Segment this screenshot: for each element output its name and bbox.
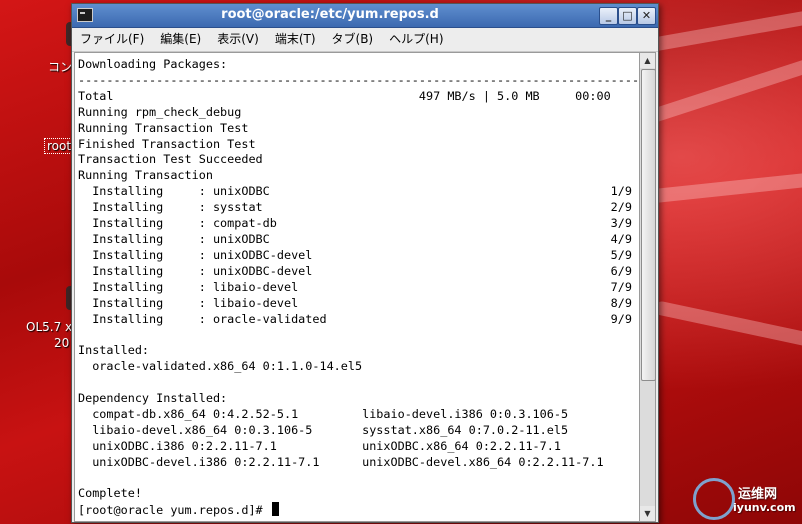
terminal-line: unixODBC.i386 0:2.2.11-7.1 unixODBC.x86_… — [78, 438, 561, 453]
terminal-line: Installing : unixODBC-devel 6/9 — [78, 263, 632, 278]
terminal-line: Installing : sysstat 2/9 — [78, 200, 632, 215]
maximize-button[interactable]: □ — [618, 7, 637, 25]
terminal-line: Complete! — [78, 486, 142, 501]
scrollbar-thumb[interactable] — [641, 69, 656, 381]
terminal-line: Installing : unixODBC-devel 5/9 — [78, 247, 632, 262]
terminal-line: Installing : unixODBC 1/9 — [78, 184, 632, 199]
terminal-text: Downloading Packages: -------------------… — [75, 53, 640, 502]
terminal-line: Dependency Installed: — [78, 391, 228, 406]
terminal-line: libaio-devel.x86_64 0:0.3.106-5 sysstat.… — [78, 422, 569, 437]
desktop-icon-label[interactable]: 20 — [54, 336, 69, 350]
terminal-line: Installing : unixODBC 4/9 — [78, 231, 632, 246]
menu-tabs[interactable]: タブ(B) — [324, 28, 382, 51]
terminal-line: Transaction Test Succeeded — [78, 152, 263, 167]
wallpaper-streak — [644, 169, 802, 204]
terminal-window[interactable]: root@oracle:/etc/yum.repos.d _ □ ✕ ファイル(… — [71, 3, 659, 523]
desktop-icon-label[interactable]: root — [44, 138, 75, 154]
window-title: root@oracle:/etc/yum.repos.d — [221, 7, 439, 22]
wallpaper-streak — [653, 300, 802, 352]
terminal-output[interactable]: Downloading Packages: -------------------… — [74, 52, 641, 522]
menu-edit[interactable]: 編集(E) — [152, 28, 209, 51]
terminal-line: Finished Transaction Test — [78, 136, 256, 151]
menu-help[interactable]: ヘルプ(H) — [381, 28, 451, 51]
terminal-line: Running Transaction — [78, 168, 213, 183]
watermark-subtext: iyunv.com — [733, 501, 796, 514]
shell-prompt: [root@oracle yum.repos.d]# — [78, 503, 270, 518]
scroll-down-arrow-icon[interactable]: ▼ — [640, 506, 655, 521]
terminal-line: Running Transaction Test — [78, 120, 249, 135]
watermark-logo-icon — [693, 478, 735, 520]
terminal-line: unixODBC-devel.i386 0:2.2.11-7.1 unixODB… — [78, 454, 604, 469]
terminal-line: Installing : libaio-devel 7/9 — [78, 279, 632, 294]
terminal-line: compat-db.x86_64 0:4.2.52-5.1 libaio-dev… — [78, 406, 569, 421]
desktop-icon-label[interactable]: OL5.7 x — [26, 320, 72, 334]
minimize-button[interactable]: _ — [599, 7, 618, 25]
menu-bar: ファイル(F) 編集(E) 表示(V) 端末(T) タブ(B) ヘルプ(H) — [72, 28, 658, 52]
terminal-line: Installed: — [78, 343, 150, 358]
terminal-line: Installing : compat-db 3/9 — [78, 216, 632, 231]
terminal-line: Downloading Packages: — [78, 57, 228, 71]
wallpaper-streak — [647, 51, 802, 124]
terminal-line: Installing : libaio-devel 8/9 — [78, 295, 632, 310]
text-cursor — [271, 502, 279, 517]
window-titlebar[interactable]: root@oracle:/etc/yum.repos.d _ □ ✕ — [72, 4, 658, 28]
scroll-up-arrow-icon[interactable]: ▲ — [640, 53, 655, 68]
desktop-icon-label[interactable]: コン — [48, 58, 72, 75]
terminal-line: Total 497 MB/s | 5.0 MB 00:00 — [78, 88, 611, 103]
vertical-scrollbar[interactable]: ▲ ▼ — [639, 52, 656, 522]
terminal-line: Running rpm_check_debug — [78, 104, 242, 119]
watermark-text: 运维网 — [738, 487, 778, 502]
terminal-line: ----------------------------------------… — [78, 72, 641, 87]
wallpaper-streak — [638, 5, 802, 54]
terminal-line: Installing : oracle-validated 9/9 — [78, 311, 632, 326]
menu-terminal[interactable]: 端末(T) — [267, 28, 324, 51]
menu-file[interactable]: ファイル(F) — [72, 28, 152, 51]
menu-view[interactable]: 表示(V) — [209, 28, 267, 51]
close-button[interactable]: ✕ — [637, 7, 656, 25]
terminal-line: oracle-validated.x86_64 0:1.1.0-14.el5 — [78, 359, 363, 374]
